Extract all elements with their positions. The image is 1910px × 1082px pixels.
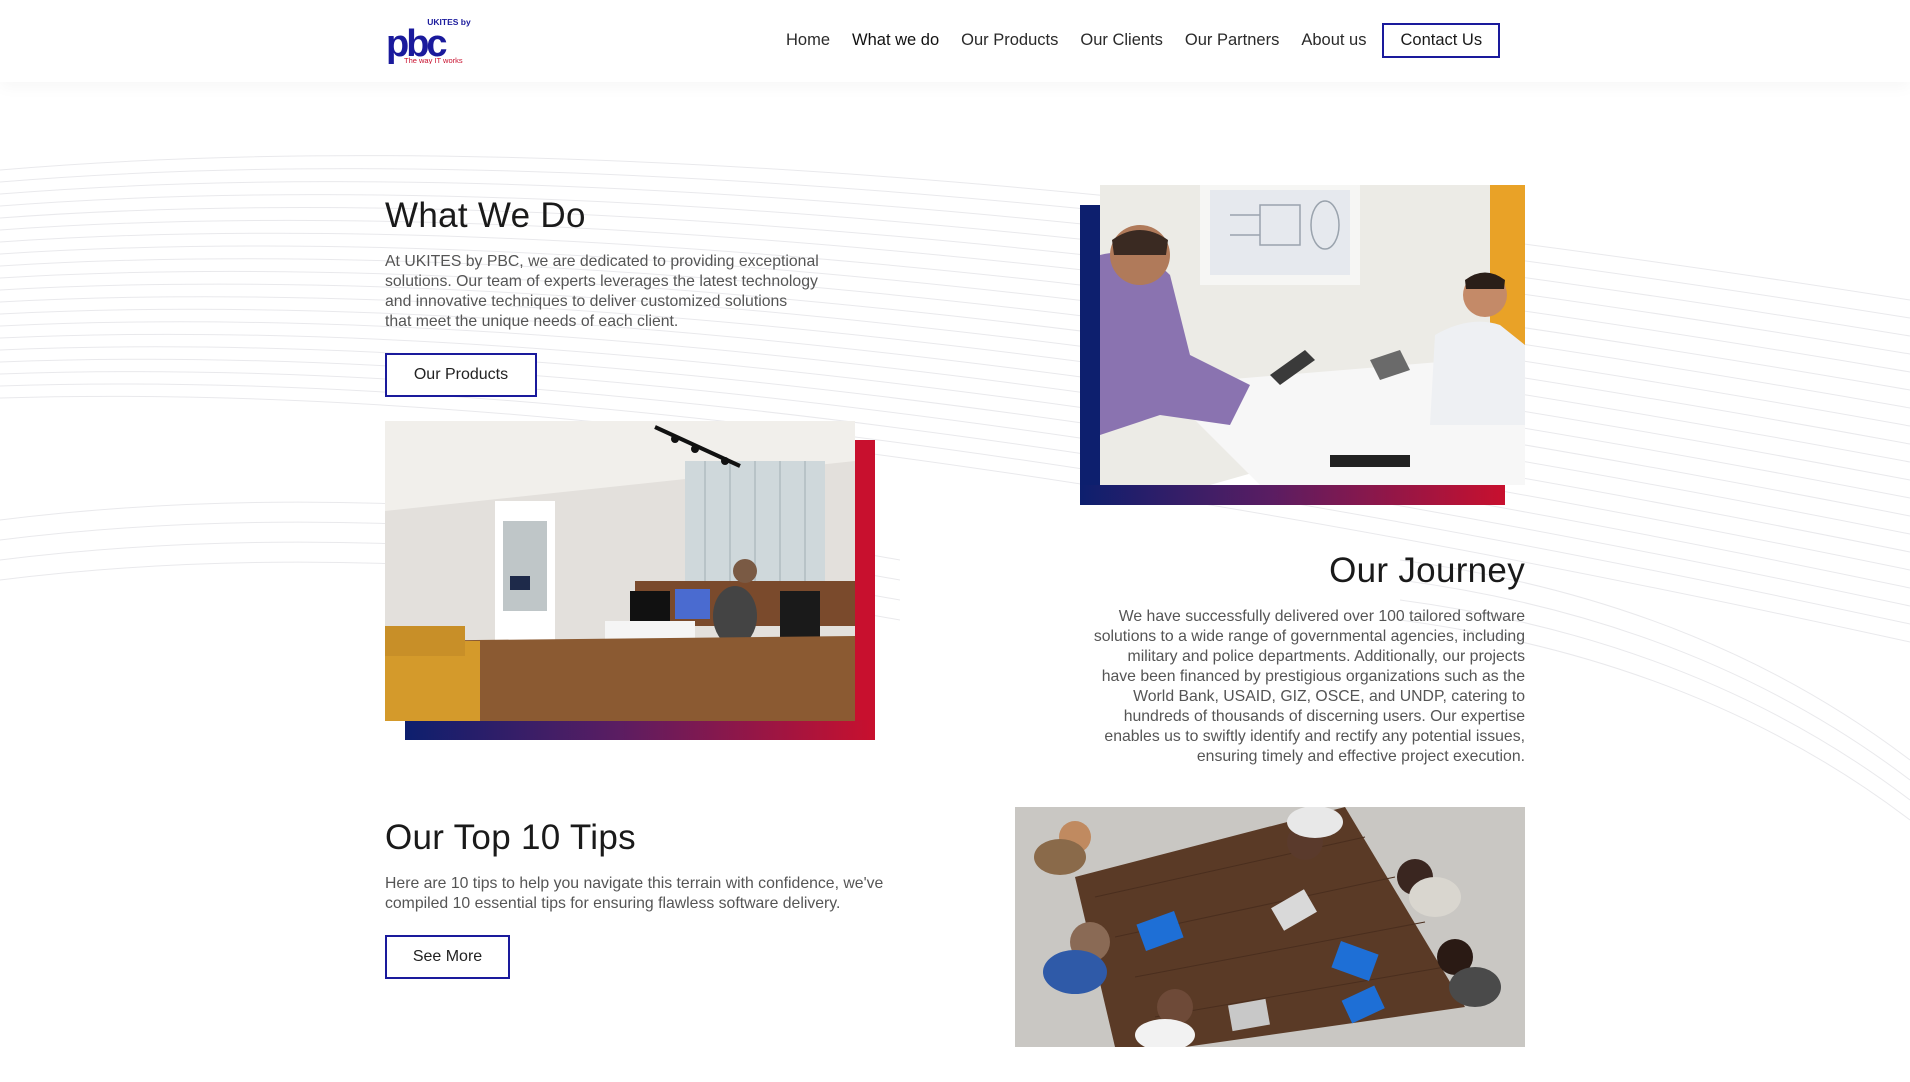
our-journey-line: solutions to a wide range of governmenta… — [1093, 628, 1525, 645]
our-journey-line: military and police departments. Additio… — [1127, 648, 1525, 665]
our-journey-line: We have successfully delivered over 100 … — [1118, 608, 1525, 625]
photo-frame-navy — [1080, 205, 1100, 505]
photo-frame-gradient — [1080, 485, 1505, 505]
what-we-do-line: that meet the unique needs of each clien… — [385, 313, 679, 330]
our-journey-line: hundreds of thousands of discerning user… — [1123, 708, 1525, 725]
see-more-button[interactable]: See More — [385, 935, 510, 979]
what-we-do-line: and innovative techniques to deliver cus… — [385, 293, 788, 310]
office-photo — [385, 421, 855, 721]
nav-our-clients[interactable]: Our Clients — [1080, 31, 1163, 50]
top-tips-line: Here are 10 tips to help you navigate th… — [385, 875, 884, 892]
what-we-do-line: solutions. Our team of experts leverages… — [385, 273, 818, 290]
what-we-do-line: At UKITES by PBC, we are dedicated to pr… — [385, 253, 819, 270]
nav-what-we-do[interactable]: What we do — [852, 31, 939, 50]
nav-our-partners[interactable]: Our Partners — [1185, 31, 1279, 50]
what-we-do-text: At UKITES by PBC, we are dedicated to pr… — [385, 252, 865, 332]
site-header: UKITES by pbc The way IT works Home What… — [0, 0, 1910, 82]
our-journey-text: We have successfully delivered over 100 … — [1025, 607, 1525, 767]
nav-our-products[interactable]: Our Products — [961, 31, 1058, 50]
ukites-pbc-logo[interactable]: UKITES by pbc The way IT works — [385, 16, 481, 65]
main-nav: Home What we do Our Products Our Clients… — [786, 22, 1501, 58]
our-journey-line: have been financed by prestigious organi… — [1101, 668, 1525, 685]
top-tips-text: Here are 10 tips to help you navigate th… — [385, 874, 965, 914]
logo-icon: UKITES by pbc The way IT works — [386, 17, 471, 65]
our-journey-line: World Bank, USAID, GIZ, OSCE, and UNDP, … — [1133, 688, 1525, 705]
what-we-do-title: What We Do — [385, 196, 586, 235]
meeting-photo — [1100, 185, 1525, 485]
logo-tagline: The way IT works — [404, 56, 463, 64]
contact-us-button[interactable]: Contact Us — [1382, 22, 1501, 58]
photo-frame-gradient — [405, 720, 875, 740]
nav-about-us[interactable]: About us — [1301, 31, 1366, 50]
our-journey-line: enables us to swiftly identify and recti… — [1104, 728, 1525, 745]
photo-frame-red — [855, 440, 875, 740]
top-tips-line: compiled 10 essential tips for ensuring … — [385, 895, 841, 912]
top-tips-title: Our Top 10 Tips — [385, 818, 636, 857]
team-photo — [1015, 807, 1525, 1047]
our-journey-title: Our Journey — [1329, 551, 1525, 590]
nav-home[interactable]: Home — [786, 31, 830, 50]
our-products-button[interactable]: Our Products — [385, 353, 537, 397]
our-journey-line: ensuring timely and effective project ex… — [1196, 748, 1525, 765]
background-wave-lines — [0, 155, 1910, 821]
